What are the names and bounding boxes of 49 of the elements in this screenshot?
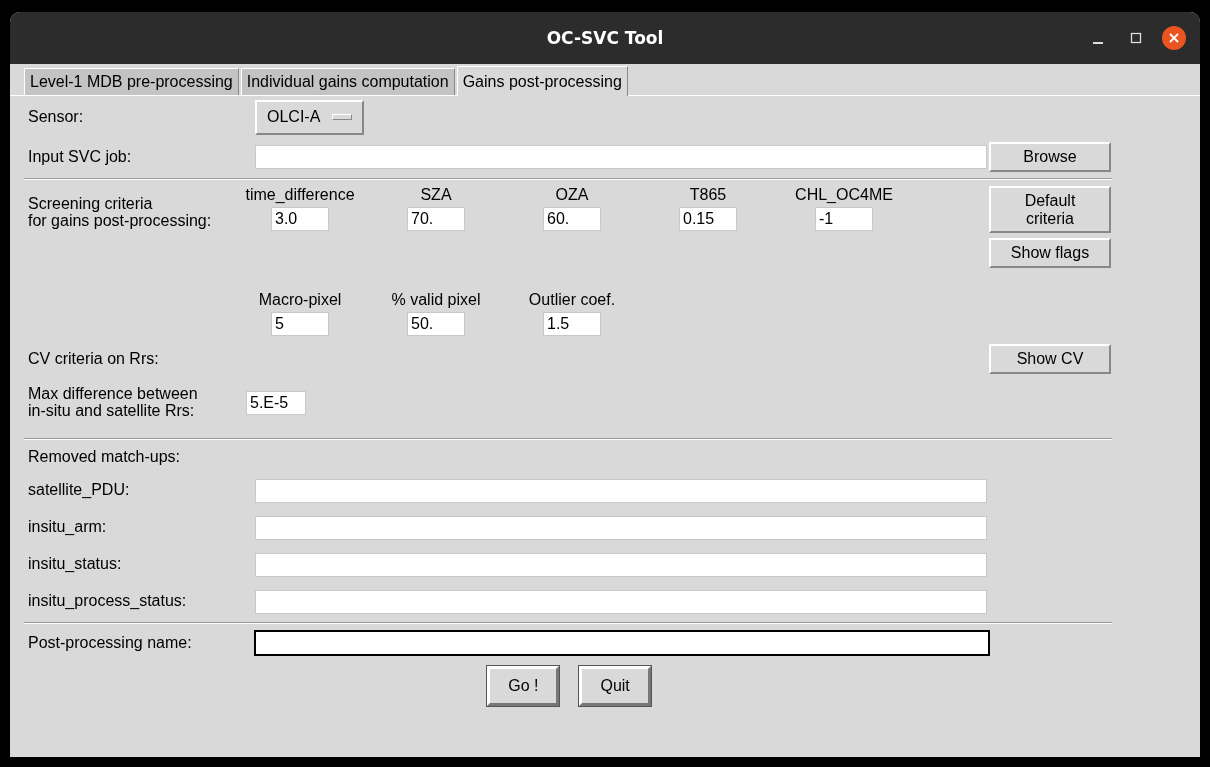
show-flags-button[interactable]: Show flags xyxy=(989,238,1111,268)
criterion-label: OZA xyxy=(555,186,589,204)
matchup-field[interactable] xyxy=(255,478,987,503)
go-button[interactable]: Go ! xyxy=(487,666,560,706)
criterion-field[interactable]: 60. xyxy=(543,207,601,231)
matchup-field[interactable] xyxy=(255,589,987,614)
matchup-field[interactable] xyxy=(255,552,987,577)
minimize-icon xyxy=(1093,42,1103,44)
criterion-label: Macro-pixel xyxy=(258,290,342,309)
criterion-field[interactable]: 0.15 xyxy=(679,207,737,231)
sensor-label: Sensor: xyxy=(27,108,84,126)
tab[interactable]: Gains post-processing xyxy=(456,66,628,96)
matchup-field[interactable] xyxy=(255,515,987,540)
criterion-field[interactable]: 3.0 xyxy=(271,207,329,231)
criterion-field[interactable]: 70. xyxy=(407,207,465,231)
criterion-label: CHL_OC4ME xyxy=(795,186,893,204)
tab[interactable]: Individual gains computation xyxy=(240,68,455,95)
criterion-label: % valid pixel xyxy=(391,290,481,309)
default-criteria-button[interactable]: Default criteria xyxy=(989,186,1111,234)
input-job-field[interactable] xyxy=(255,145,987,169)
close-button[interactable] xyxy=(1162,26,1186,50)
criterion-field[interactable]: 5 xyxy=(271,311,329,336)
quit-button[interactable]: Quit xyxy=(579,666,651,706)
window-title: OC-SVC Tool xyxy=(546,28,664,48)
matchup-field-label: satellite_PDU: xyxy=(27,482,130,499)
post-processing-name-label: Post-processing name: xyxy=(27,634,192,652)
criterion-label: T865 xyxy=(689,186,727,204)
criterion-field[interactable]: 50. xyxy=(407,311,465,336)
criterion-label: time_difference xyxy=(245,186,355,204)
matchup-field-label: insitu_arm: xyxy=(27,519,107,536)
criterion-label: SZA xyxy=(420,186,452,204)
tab[interactable]: Level-1 MDB pre-processing xyxy=(24,68,239,95)
post-processing-name-field[interactable] xyxy=(255,631,989,655)
cv-label: CV criteria on Rrs: xyxy=(27,350,159,368)
maximize-icon xyxy=(1130,32,1142,44)
criterion-field[interactable]: 1.5 xyxy=(543,311,601,336)
close-icon xyxy=(1168,32,1180,44)
input-job-label: Input SVC job: xyxy=(27,148,132,166)
criterion-label: Outlier coef. xyxy=(528,290,616,309)
removed-matchups-label: Removed match-ups: xyxy=(27,448,181,466)
criterion-field[interactable]: -1 xyxy=(815,207,873,231)
max-difference-label: Max difference between in-situ and satellite Rrs: xyxy=(27,386,198,420)
screening-label: Screening criteria for gains post-processing: xyxy=(27,194,212,230)
matchup-field-label: insitu_process_status: xyxy=(27,593,187,610)
sensor-dropdown[interactable]: OLCI-A xyxy=(255,99,365,135)
show-cv-button[interactable]: Show CV xyxy=(989,344,1111,374)
browse-button[interactable]: Browse xyxy=(989,142,1111,172)
matchup-field-label: insitu_status: xyxy=(27,556,122,573)
max-difference-field[interactable]: 5.E-5 xyxy=(246,391,306,415)
